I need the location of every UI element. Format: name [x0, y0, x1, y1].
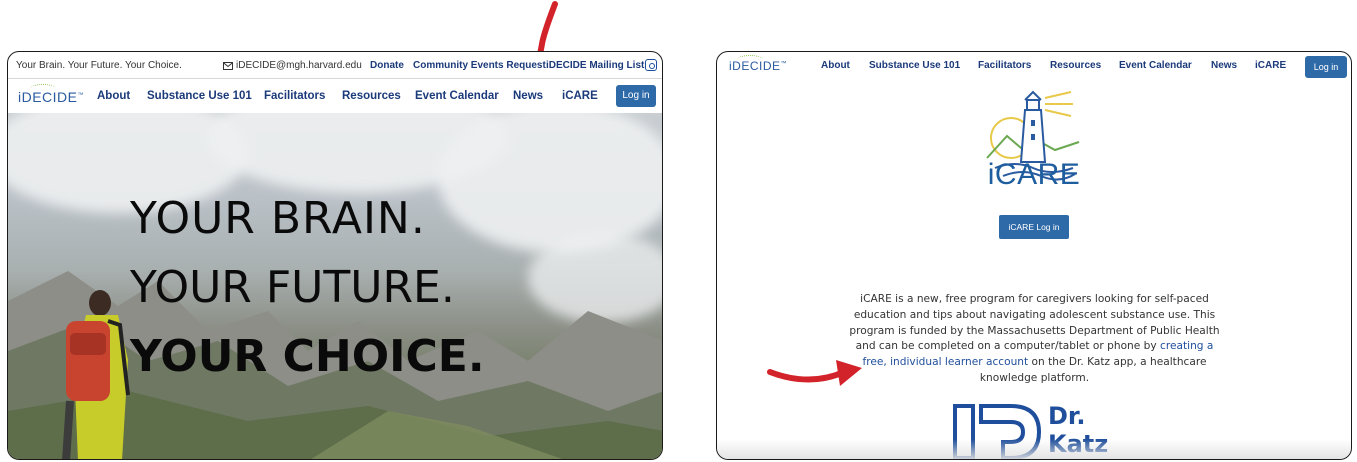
- icare-title: iCARE: [987, 158, 1081, 191]
- email-text: iDECIDE@mgh.harvard.edu: [236, 60, 362, 71]
- hero-line-choice: YOUR CHOICE.: [130, 331, 485, 382]
- icare-login-button[interactable]: iCARE Log in: [999, 215, 1069, 239]
- nav-news[interactable]: News: [513, 90, 543, 102]
- nav-icare[interactable]: iCARE: [1255, 60, 1286, 71]
- login-button[interactable]: Log in: [1305, 56, 1347, 78]
- instagram-icon[interactable]: [645, 59, 657, 71]
- nav-about[interactable]: About: [821, 60, 850, 71]
- donate-link[interactable]: Donate: [370, 60, 404, 71]
- mail-icon: [223, 61, 233, 70]
- dr-katz-line1: Dr.: [1048, 402, 1086, 430]
- mailing-list-link[interactable]: iDECIDE Mailing List: [546, 60, 644, 71]
- hero-line-brain: YOUR BRAIN.: [130, 193, 426, 244]
- community-events-request-link[interactable]: Community Events Request: [413, 60, 546, 71]
- idecide-homepage-screenshot: Your Brain. Your Future. Your Choice. iD…: [7, 51, 663, 460]
- red-arrow-right-icon: [767, 360, 862, 386]
- nav-substance-use-101[interactable]: Substance Use 101: [869, 60, 960, 71]
- main-navbar: iDECIDE™ About Substance Use 101 Facilit…: [8, 79, 662, 113]
- hero-line-future: YOUR FUTURE.: [130, 262, 455, 313]
- main-navbar: iDECIDE™ About Substance Use 101 Facilit…: [717, 52, 1351, 80]
- login-button[interactable]: Log in: [616, 85, 656, 107]
- bottom-fade: [717, 439, 1351, 459]
- nav-resources[interactable]: Resources: [342, 90, 401, 102]
- email-link[interactable]: iDECIDE@mgh.harvard.edu: [223, 60, 362, 71]
- idecide-logo[interactable]: iDECIDE™: [729, 59, 787, 73]
- hero-banner: YOUR BRAIN. YOUR FUTURE. YOUR CHOICE.: [8, 113, 662, 459]
- nav-event-calendar[interactable]: Event Calendar: [415, 90, 499, 102]
- nav-substance-use-101[interactable]: Substance Use 101: [147, 90, 252, 102]
- nav-resources[interactable]: Resources: [1050, 60, 1101, 71]
- nav-about[interactable]: About: [97, 90, 130, 102]
- idecide-logo[interactable]: iDECIDE™: [18, 89, 84, 105]
- icare-description: iCARE is a new, free program for caregiv…: [849, 293, 1220, 384]
- nav-event-calendar[interactable]: Event Calendar: [1119, 60, 1192, 71]
- nav-facilitators[interactable]: Facilitators: [264, 90, 325, 102]
- tagline: Your Brain. Your Future. Your Choice.: [16, 59, 182, 71]
- nav-news[interactable]: News: [1211, 60, 1237, 71]
- top-info-bar: Your Brain. Your Future. Your Choice. iD…: [8, 52, 662, 79]
- nav-icare[interactable]: iCARE: [562, 90, 598, 102]
- hiker-figure: [62, 290, 130, 459]
- icare-page-screenshot: iDECIDE™ About Substance Use 101 Facilit…: [716, 51, 1352, 460]
- nav-facilitators[interactable]: Facilitators: [978, 60, 1031, 71]
